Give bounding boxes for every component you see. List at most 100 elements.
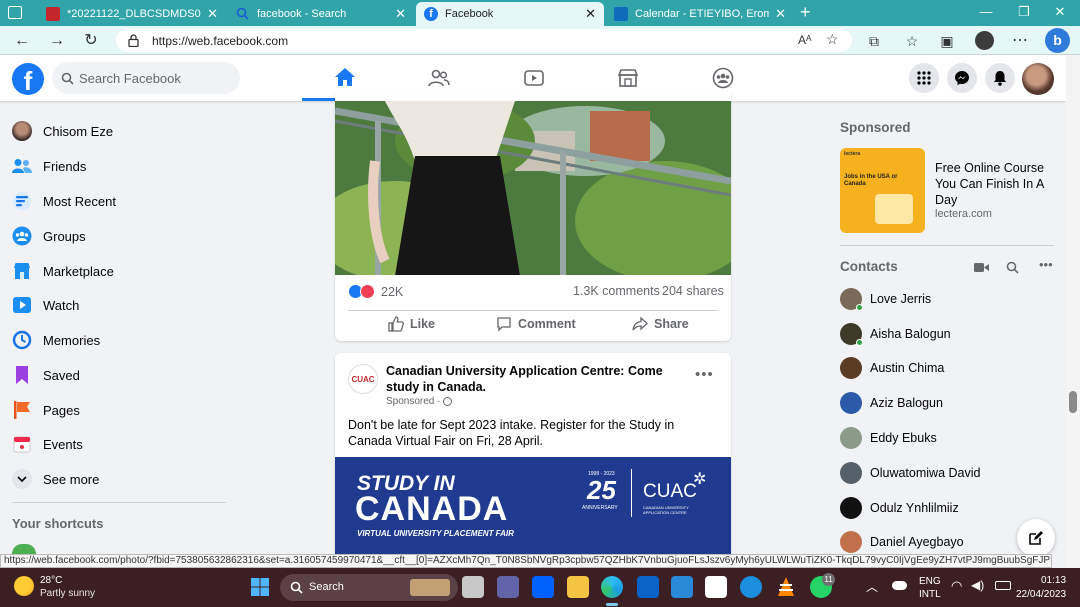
- ad-thumbnail[interactable]: lectera Jobs in the USA or Canada: [840, 148, 925, 233]
- tab-actions-icon[interactable]: [8, 6, 22, 19]
- new-tab-icon[interactable]: +: [800, 2, 811, 23]
- sidebar-item-most-recent[interactable]: Most Recent: [12, 188, 116, 214]
- shortcut-item[interactable]: [12, 544, 36, 554]
- bing-icon[interactable]: b: [1045, 28, 1070, 53]
- page-avatar[interactable]: CUAC: [348, 364, 378, 394]
- extensions-icon[interactable]: ⧉: [864, 31, 884, 51]
- mail-icon[interactable]: [637, 576, 659, 598]
- sidebar-item-saved[interactable]: Saved: [12, 362, 80, 388]
- collections-icon[interactable]: ▣: [937, 31, 957, 51]
- video-call-icon[interactable]: [974, 262, 989, 273]
- amazon-icon[interactable]: [705, 576, 727, 598]
- contact-item[interactable]: Austin Chima: [840, 356, 944, 380]
- post-options-icon[interactable]: •••: [695, 366, 714, 383]
- close-tab-icon[interactable]: ✕: [207, 6, 218, 22]
- edge-icon[interactable]: [601, 576, 623, 598]
- sidebar-profile[interactable]: Chisom Eze: [12, 118, 113, 144]
- page-logo: CUAC: [351, 374, 375, 384]
- back-icon[interactable]: ←: [12, 31, 32, 51]
- taskbar-search[interactable]: Search: [280, 574, 458, 601]
- comment-button[interactable]: Comment: [496, 316, 576, 332]
- tab-document[interactable]: *20221122_DLBCSDMDS01_Cou ✕: [38, 2, 226, 26]
- search-contacts-icon[interactable]: [1006, 261, 1019, 274]
- share-button[interactable]: Share: [632, 316, 689, 332]
- minimize-icon[interactable]: —: [976, 4, 996, 19]
- sidebar-item-friends[interactable]: Friends: [12, 153, 86, 179]
- events-icon: [12, 434, 32, 454]
- close-tab-icon[interactable]: ✕: [585, 6, 596, 22]
- messenger-button[interactable]: [947, 63, 977, 93]
- battery-icon[interactable]: [995, 581, 1011, 590]
- contact-item[interactable]: Daniel Ayegbayo: [840, 530, 964, 554]
- contact-item[interactable]: Love Jerris: [840, 287, 931, 311]
- teams-icon[interactable]: [497, 576, 519, 598]
- like-button[interactable]: Like: [388, 316, 435, 332]
- contact-item[interactable]: Odulz Ynhlilmiiz: [840, 496, 959, 520]
- favorite-star-icon[interactable]: ☆: [826, 31, 839, 48]
- account-avatar[interactable]: [1022, 63, 1054, 95]
- language-2[interactable]: INTL: [919, 589, 941, 600]
- contact-item[interactable]: Oluwatomiwa David: [840, 461, 980, 485]
- dropbox-icon[interactable]: [532, 576, 554, 598]
- page-scrollbar[interactable]: [1066, 55, 1080, 568]
- tab-facebook-search[interactable]: facebook - Search ✕: [228, 2, 414, 26]
- close-window-icon[interactable]: ✕: [1050, 4, 1070, 20]
- notifications-button[interactable]: [985, 63, 1015, 93]
- close-tab-icon[interactable]: ✕: [775, 6, 786, 22]
- address-bar[interactable]: https://web.facebook.com Aᴬ ☆: [116, 29, 852, 52]
- forward-icon[interactable]: →: [47, 31, 67, 51]
- post-author[interactable]: Canadian University Application Centre: …: [386, 363, 686, 395]
- menu-grid-icon: [917, 71, 931, 85]
- profile-avatar[interactable]: [975, 31, 994, 50]
- clock-date[interactable]: 22/04/2023: [1016, 589, 1066, 600]
- sidebar-item-marketplace[interactable]: Marketplace: [12, 258, 114, 284]
- contacts-options-icon[interactable]: •••: [1039, 257, 1053, 272]
- new-message-button[interactable]: [1017, 519, 1055, 557]
- sidebar-item-watch[interactable]: Watch: [12, 292, 79, 318]
- restore-icon[interactable]: ❐: [1014, 4, 1034, 20]
- favorites-icon[interactable]: ☆: [902, 31, 922, 51]
- task-view-icon[interactable]: [462, 576, 484, 598]
- sidebar-item-pages[interactable]: Pages: [12, 397, 80, 423]
- vlc-icon[interactable]: [775, 576, 797, 598]
- volume-icon[interactable]: ◀): [971, 578, 984, 592]
- tab-facebook[interactable]: f Facebook ✕: [416, 2, 604, 26]
- clock-time[interactable]: 01:13: [1041, 575, 1066, 586]
- sidebar-item-memories[interactable]: Memories: [12, 327, 100, 353]
- sponsored-label[interactable]: Sponsored ·: [386, 396, 453, 407]
- tab-calendar[interactable]: Calendar - ETIEYIBO, Eromosere ✕: [606, 2, 794, 26]
- weather-icon[interactable]: [14, 576, 34, 596]
- comments-count[interactable]: 1.3K comments: [573, 284, 660, 298]
- help-icon[interactable]: [740, 576, 762, 598]
- sidebar-item-events[interactable]: Events: [12, 431, 83, 457]
- reactions-summary[interactable]: 22K: [348, 284, 403, 299]
- start-icon[interactable]: [251, 578, 269, 596]
- contact-item[interactable]: Aziz Balogun: [840, 391, 943, 415]
- post-card: 22K 1.3K comments 204 shares: [335, 92, 731, 341]
- facebook-logo[interactable]: f: [12, 63, 44, 96]
- shares-count[interactable]: 204 shares: [662, 284, 724, 298]
- wifi-icon[interactable]: ◠: [951, 578, 962, 594]
- read-aloud-icon[interactable]: Aᴬ: [798, 33, 811, 47]
- close-tab-icon[interactable]: ✕: [395, 6, 406, 22]
- app-icon[interactable]: [671, 576, 693, 598]
- scrollbar-thumb[interactable]: [1069, 391, 1077, 413]
- menu-button[interactable]: [909, 63, 939, 93]
- ad-banner[interactable]: STUDY IN CANADA VIRTUAL UNIVERSITY PLACE…: [335, 457, 731, 568]
- memories-icon: [12, 330, 32, 350]
- lock-icon[interactable]: [128, 34, 139, 47]
- post-photo[interactable]: [335, 101, 731, 275]
- ad-title[interactable]: Free Online Course You Can Finish In A D…: [935, 160, 1055, 208]
- language-1[interactable]: ENG: [919, 576, 941, 587]
- chevron-up-icon[interactable]: ︿: [866, 578, 878, 595]
- more-menu-icon[interactable]: ⋯: [1010, 31, 1030, 51]
- cloud-icon[interactable]: [892, 581, 907, 590]
- contact-item[interactable]: Aisha Balogun: [840, 322, 951, 346]
- file-explorer-icon[interactable]: [567, 576, 589, 598]
- sidebar-item-groups[interactable]: Groups: [12, 223, 86, 249]
- sponsored-heading: Sponsored: [840, 120, 911, 135]
- search-input[interactable]: Search Facebook: [52, 62, 240, 94]
- see-more-button[interactable]: See more: [12, 466, 99, 492]
- refresh-icon[interactable]: ↻: [81, 31, 101, 51]
- contact-item[interactable]: Eddy Ebuks: [840, 426, 937, 450]
